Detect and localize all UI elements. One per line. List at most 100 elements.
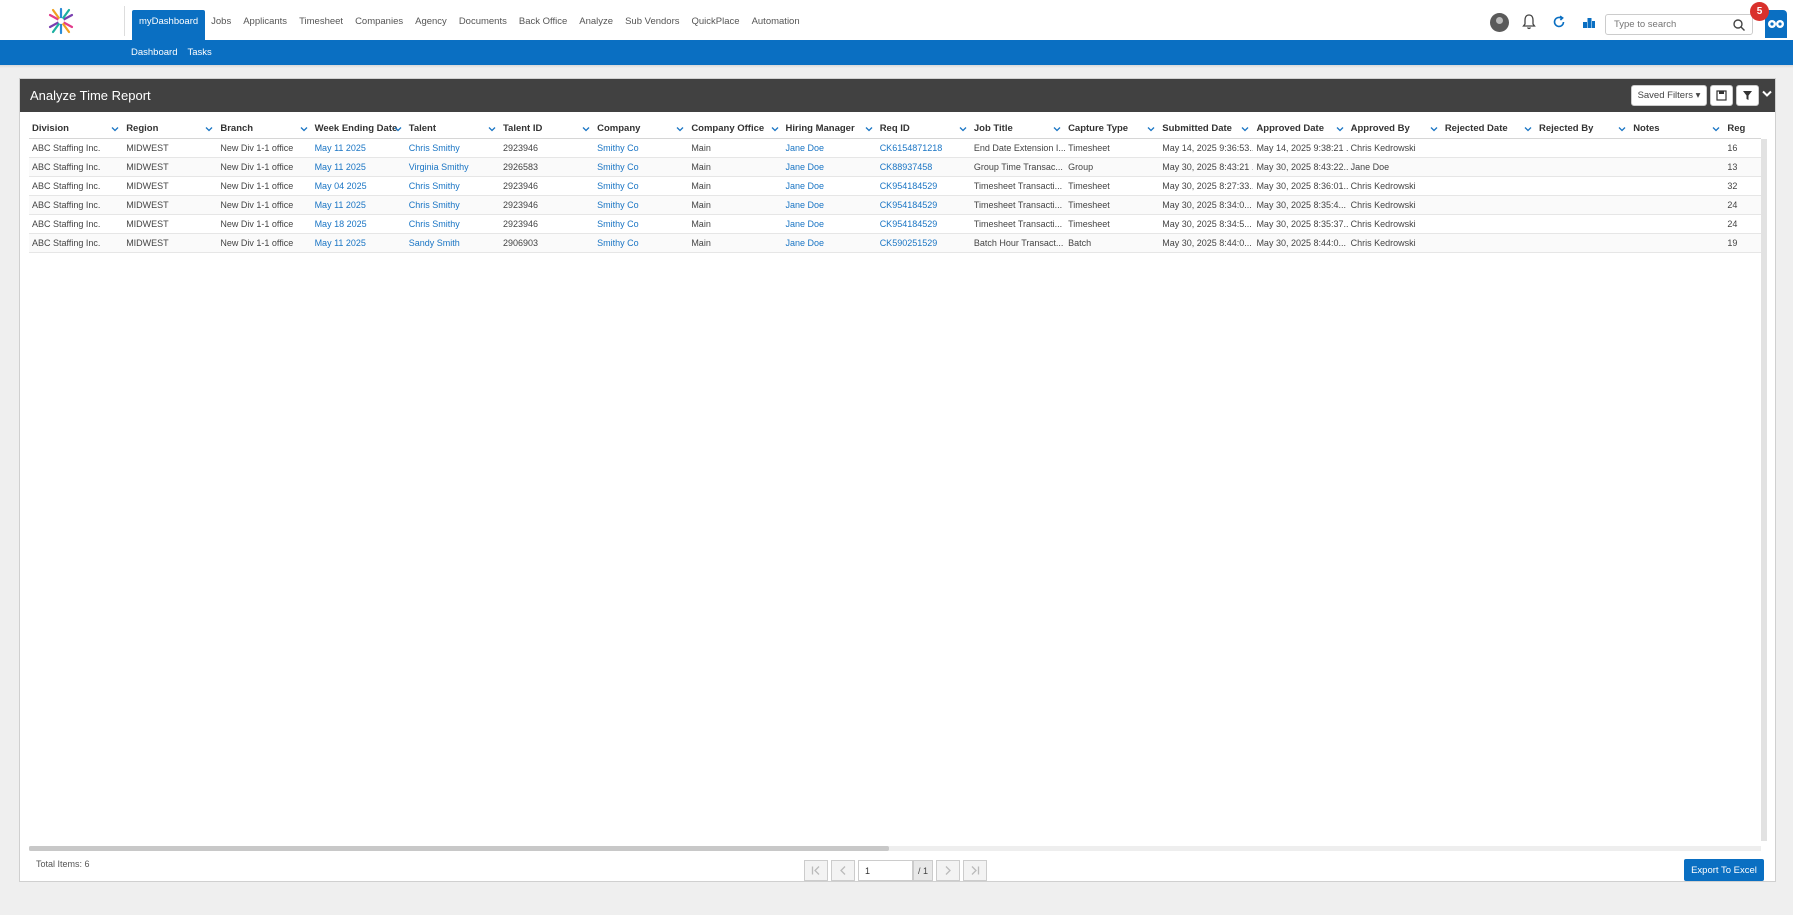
cell-req-id[interactable]: CK954184529 (877, 215, 971, 233)
column-header-rejected-by[interactable]: Rejected By (1536, 119, 1630, 138)
cell-week-ending-date[interactable]: May 18 2025 (312, 215, 406, 233)
column-header-branch[interactable]: Branch (217, 119, 311, 138)
column-header-week-ending-date[interactable]: Week Ending Date (312, 119, 406, 138)
column-menu-chevron-icon[interactable] (676, 125, 684, 133)
nav-item-documents[interactable]: Documents (453, 10, 513, 40)
org-chart-button[interactable] (1574, 12, 1604, 32)
cell-hiring-manager[interactable]: Jane Doe (783, 177, 877, 195)
column-menu-chevron-icon[interactable] (959, 125, 967, 133)
column-header-approved-date[interactable]: Approved Date (1253, 119, 1347, 138)
nav-item-automation[interactable]: Automation (746, 10, 806, 40)
nav-item-agency[interactable]: Agency (409, 10, 453, 40)
cell-company[interactable]: Smithy Co (594, 215, 688, 233)
cell-talent[interactable]: Chris Smithy (406, 196, 500, 214)
column-header-job-title[interactable]: Job Title (971, 119, 1065, 138)
column-header-approved-by[interactable]: Approved By (1348, 119, 1442, 138)
cell-hiring-manager[interactable]: Jane Doe (783, 215, 877, 233)
cell-req-id[interactable]: CK954184529 (877, 177, 971, 195)
column-header-talent-id[interactable]: Talent ID (500, 119, 594, 138)
cell-req-id[interactable]: CK6154871218 (877, 139, 971, 157)
nav-item-companies[interactable]: Companies (349, 10, 409, 40)
first-page-button[interactable] (804, 860, 828, 881)
table-row[interactable]: ABC Staffing Inc. MIDWEST New Div 1-1 offi… (29, 139, 1761, 158)
cell-company[interactable]: Smithy Co (594, 196, 688, 214)
cell-week-ending-date[interactable]: May 11 2025 (312, 158, 406, 176)
user-avatar-button[interactable] (1484, 12, 1514, 32)
cell-talent[interactable]: Chris Smithy (406, 139, 500, 157)
column-menu-chevron-icon[interactable] (1618, 125, 1626, 133)
column-menu-chevron-icon[interactable] (1336, 125, 1344, 133)
column-menu-chevron-icon[interactable] (1241, 125, 1249, 133)
cell-talent[interactable]: Chris Smithy (406, 215, 500, 233)
notifications-button[interactable] (1514, 12, 1544, 32)
cell-req-id[interactable]: CK88937458 (877, 158, 971, 176)
cell-talent[interactable]: Sandy Smith (406, 234, 500, 252)
nav-item-timesheet[interactable]: Timesheet (293, 10, 349, 40)
table-row[interactable]: ABC Staffing Inc. MIDWEST New Div 1-1 offi… (29, 196, 1761, 215)
search-input[interactable] (1606, 15, 1724, 34)
column-header-submitted-date[interactable]: Submitted Date (1159, 119, 1253, 138)
column-header-talent[interactable]: Talent (406, 119, 500, 138)
vertical-scrollbar[interactable] (1761, 139, 1767, 841)
column-header-reg[interactable]: Reg (1724, 119, 1760, 138)
column-menu-chevron-icon[interactable] (1053, 125, 1061, 133)
cell-week-ending-date[interactable]: May 11 2025 (312, 234, 406, 252)
horizontal-scroll-thumb[interactable] (29, 846, 889, 851)
cell-req-id[interactable]: CK954184529 (877, 196, 971, 214)
column-menu-chevron-icon[interactable] (1712, 125, 1720, 133)
search-button[interactable] (1732, 18, 1746, 32)
cell-talent[interactable]: Chris Smithy (406, 177, 500, 195)
table-row[interactable]: ABC Staffing Inc. MIDWEST New Div 1-1 offi… (29, 177, 1761, 196)
column-header-company-office[interactable]: Company Office (688, 119, 782, 138)
column-header-notes[interactable]: Notes (1630, 119, 1724, 138)
cell-company[interactable]: Smithy Co (594, 139, 688, 157)
column-menu-chevron-icon[interactable] (1147, 125, 1155, 133)
notification-count-badge[interactable]: 5 (1750, 2, 1769, 21)
column-header-hiring-manager[interactable]: Hiring Manager (783, 119, 877, 138)
column-header-req-id[interactable]: Req ID (877, 119, 971, 138)
column-menu-chevron-icon[interactable] (1430, 125, 1438, 133)
cell-hiring-manager[interactable]: Jane Doe (783, 234, 877, 252)
column-menu-chevron-icon[interactable] (111, 125, 119, 133)
subnav-item-tasks[interactable]: Tasks (182, 47, 216, 58)
table-row[interactable]: ABC Staffing Inc. MIDWEST New Div 1-1 offi… (29, 234, 1761, 253)
cell-hiring-manager[interactable]: Jane Doe (783, 139, 877, 157)
horizontal-scrollbar[interactable] (29, 846, 1761, 851)
cell-week-ending-date[interactable]: May 11 2025 (312, 139, 406, 157)
table-row[interactable]: ABC Staffing Inc. MIDWEST New Div 1-1 offi… (29, 215, 1761, 234)
cell-hiring-manager[interactable]: Jane Doe (783, 158, 877, 176)
app-logo[interactable] (40, 3, 82, 39)
column-menu-chevron-icon[interactable] (205, 125, 213, 133)
column-header-division[interactable]: Division (29, 119, 123, 138)
last-page-button[interactable] (963, 860, 988, 881)
page-number-input[interactable] (858, 860, 913, 881)
cell-week-ending-date[interactable]: May 04 2025 (312, 177, 406, 195)
column-menu-chevron-icon[interactable] (865, 125, 873, 133)
subnav-item-dashboard[interactable]: Dashboard (126, 47, 182, 58)
column-menu-chevron-icon[interactable] (582, 125, 590, 133)
refresh-button[interactable] (1544, 12, 1574, 32)
cell-talent[interactable]: Virginia Smithy (406, 158, 500, 176)
column-header-capture-type[interactable]: Capture Type (1065, 119, 1159, 138)
saved-filters-dropdown[interactable]: Saved Filters ▾ (1631, 85, 1707, 106)
nav-item-applicants[interactable]: Applicants (237, 10, 293, 40)
column-menu-chevron-icon[interactable] (1524, 125, 1532, 133)
next-page-button[interactable] (936, 860, 961, 881)
table-row[interactable]: ABC Staffing Inc. MIDWEST New Div 1-1 offi… (29, 158, 1761, 177)
collapse-panel-button[interactable] (1761, 87, 1773, 101)
cell-company[interactable]: Smithy Co (594, 177, 688, 195)
nav-item-back-office[interactable]: Back Office (513, 10, 573, 40)
column-header-company[interactable]: Company (594, 119, 688, 138)
column-menu-chevron-icon[interactable] (300, 125, 308, 133)
prev-page-button[interactable] (831, 860, 855, 881)
column-menu-chevron-icon[interactable] (394, 125, 402, 133)
nav-item-jobs[interactable]: Jobs (205, 10, 237, 40)
cell-company[interactable]: Smithy Co (594, 158, 688, 176)
export-to-excel-button[interactable]: Export To Excel (1684, 859, 1764, 881)
cell-req-id[interactable]: CK590251529 (877, 234, 971, 252)
cell-hiring-manager[interactable]: Jane Doe (783, 196, 877, 214)
filter-button[interactable] (1736, 85, 1759, 106)
column-menu-chevron-icon[interactable] (771, 125, 779, 133)
cell-week-ending-date[interactable]: May 11 2025 (312, 196, 406, 214)
nav-item-sub-vendors[interactable]: Sub Vendors (619, 10, 685, 40)
